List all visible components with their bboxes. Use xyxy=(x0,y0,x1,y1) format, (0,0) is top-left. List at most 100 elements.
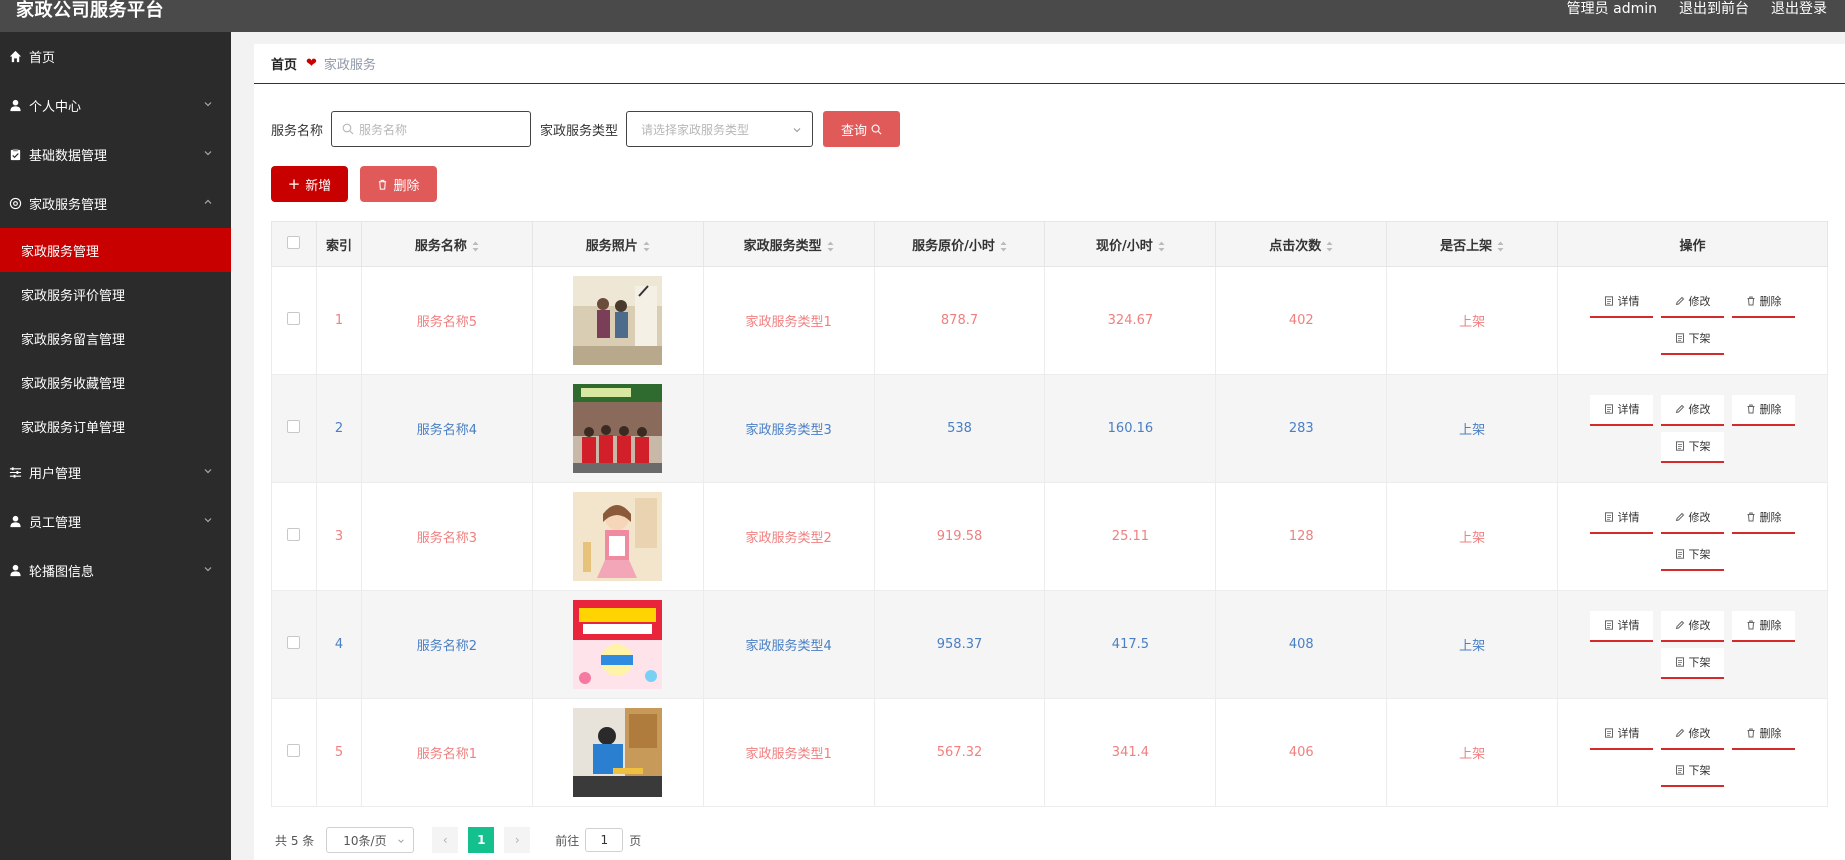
cell-status: 上架 xyxy=(1386,266,1559,375)
service-type-select[interactable]: 请选择家政服务类型 xyxy=(626,111,814,147)
select-all-checkbox[interactable] xyxy=(287,235,301,249)
cell-service-type: 家政服务类型1 xyxy=(702,698,875,807)
column-header-original-price[interactable]: 服务原价/小时 xyxy=(873,221,1046,267)
service-type-placeholder: 请选择家政服务类型 xyxy=(641,122,750,137)
sidebar-subitem-favorite-management[interactable]: 家政服务收藏管理 xyxy=(0,360,231,404)
sort-icon xyxy=(1158,241,1165,251)
batch-delete-button[interactable]: 删除 xyxy=(360,166,437,202)
detail-button[interactable]: 详情 xyxy=(1590,502,1654,534)
edit-button-label: 修改 xyxy=(1688,295,1711,308)
delete-button[interactable]: 删除 xyxy=(1732,502,1796,534)
delete-button-label: 删除 xyxy=(1759,727,1782,740)
back-to-frontend-link[interactable]: 退出到前台 xyxy=(1679,0,1749,18)
row-select-cell xyxy=(271,482,317,591)
detail-button-label: 详情 xyxy=(1617,403,1640,416)
add-button-label: 新增 xyxy=(305,178,332,194)
search-icon xyxy=(342,123,354,135)
row-checkbox[interactable] xyxy=(287,528,301,541)
sidebar-subitem-review-management[interactable]: 家政服务评价管理 xyxy=(0,272,231,316)
sidebar-subitem-service-management[interactable]: 家政服务管理 xyxy=(0,228,231,272)
cell-service-name: 服务名称5 xyxy=(360,266,533,375)
cell-index: 1 xyxy=(315,266,362,375)
detail-button[interactable]: 详情 xyxy=(1590,610,1654,642)
cell-actions: 详情 修改 删除下架 xyxy=(1557,590,1828,699)
edit-button[interactable]: 修改 xyxy=(1661,610,1725,642)
delete-button[interactable]: 删除 xyxy=(1732,718,1796,750)
column-header-label: 家政服务类型 xyxy=(743,238,822,254)
next-page-button[interactable]: › xyxy=(504,827,531,853)
table-row: 2 服务名称4 家政服务类型3 538 160.16 283 上架 详情 修改 删除 下架 xyxy=(271,374,1828,483)
offline-button-label: 下架 xyxy=(1688,440,1711,453)
prev-page-button[interactable]: ‹ xyxy=(432,827,459,853)
edit-button[interactable]: 修改 xyxy=(1661,502,1725,534)
offline-button[interactable]: 下架 xyxy=(1661,539,1725,571)
sidebar-item-carousel-info[interactable]: 轮播图信息 xyxy=(0,546,231,595)
edit-button[interactable]: 修改 xyxy=(1661,286,1725,318)
trash-icon xyxy=(379,179,387,190)
row-checkbox[interactable] xyxy=(287,420,301,433)
column-header-status[interactable]: 是否上架 xyxy=(1386,221,1559,267)
logout-link[interactable]: 退出登录 xyxy=(1771,0,1827,18)
column-header-photo[interactable]: 服务照片 xyxy=(531,221,704,267)
detail-button[interactable]: 详情 xyxy=(1590,286,1654,318)
delete-button-label: 删除 xyxy=(1759,619,1782,632)
sidebar-item-label: 基础数据管理 xyxy=(29,149,108,164)
edit-button[interactable]: 修改 xyxy=(1661,394,1725,426)
cell-service-photo xyxy=(531,590,704,699)
delete-button[interactable]: 删除 xyxy=(1732,610,1796,642)
document-icon xyxy=(1604,620,1613,630)
query-button[interactable]: 查询 xyxy=(823,111,901,147)
service-name-input[interactable]: 服务名称 xyxy=(331,111,532,147)
page-size-select[interactable]: 10条/页 xyxy=(326,827,415,853)
edit-button[interactable]: 修改 xyxy=(1661,718,1725,750)
offline-button-label: 下架 xyxy=(1688,656,1711,669)
detail-button[interactable]: 详情 xyxy=(1590,718,1654,750)
offline-button[interactable]: 下架 xyxy=(1661,323,1725,355)
pagination: 共 5 条 10条/页 ‹ 1 › 前往 1 页 xyxy=(275,827,641,853)
column-header-clicks[interactable]: 点击次数 xyxy=(1215,221,1388,267)
cell-click-count: 406 xyxy=(1215,698,1388,807)
sidebar-subitem-message-management[interactable]: 家政服务留言管理 xyxy=(0,316,231,360)
column-header-name[interactable]: 服务名称 xyxy=(360,221,533,267)
page-number-button[interactable]: 1 xyxy=(468,827,495,853)
detail-button[interactable]: 详情 xyxy=(1590,394,1654,426)
offline-button[interactable]: 下架 xyxy=(1661,755,1725,787)
table-row: 5 服务名称1 家政服务类型1 567.32 341.4 406 上架 详情 修改 删除 下架 xyxy=(271,698,1828,807)
cell-service-photo xyxy=(531,698,704,807)
row-checkbox[interactable] xyxy=(287,636,301,649)
trash-icon xyxy=(1747,512,1755,522)
cell-click-count: 128 xyxy=(1215,482,1388,591)
cleaning-team-photo xyxy=(573,276,663,365)
sidebar-item-basic-data[interactable]: 基础数据管理 xyxy=(0,130,231,179)
column-header-type[interactable]: 家政服务类型 xyxy=(702,221,875,267)
pencil-icon xyxy=(1675,512,1684,522)
column-header-label: 服务照片 xyxy=(585,238,638,254)
offline-button[interactable]: 下架 xyxy=(1661,647,1725,679)
sidebar-item-home[interactable]: 首页 xyxy=(0,32,231,81)
sidebar-item-user-management[interactable]: 用户管理 xyxy=(0,448,231,497)
sort-icon xyxy=(1497,241,1504,251)
column-header-index: 索引 xyxy=(315,221,362,267)
column-header-price[interactable]: 现价/小时 xyxy=(1044,221,1217,267)
sidebar-item-personal-center[interactable]: 个人中心 xyxy=(0,81,231,130)
delete-button[interactable]: 删除 xyxy=(1732,286,1796,318)
goto-page-input[interactable]: 1 xyxy=(585,828,624,852)
offline-button[interactable]: 下架 xyxy=(1661,431,1725,463)
chevron-down-icon xyxy=(793,128,801,133)
staff-group-photo xyxy=(573,384,663,473)
document-icon xyxy=(1675,441,1684,451)
breadcrumb-home[interactable]: 首页 xyxy=(271,54,297,73)
cell-click-count: 283 xyxy=(1215,374,1388,483)
add-button[interactable]: + 新增 xyxy=(271,166,348,202)
row-checkbox[interactable] xyxy=(287,744,301,757)
sidebar-item-housekeeping-service[interactable]: 家政服务管理 xyxy=(0,179,231,228)
sidebar-item-staff-management[interactable]: 员工管理 xyxy=(0,497,231,546)
sidebar-subitem-order-management[interactable]: 家政服务订单管理 xyxy=(0,404,231,448)
sliders-icon xyxy=(8,466,22,480)
cell-current-price: 324.67 xyxy=(1044,266,1217,375)
row-checkbox[interactable] xyxy=(287,312,301,325)
content-panel: 首页 ❤ 家政服务 服务名称 服务名称 家政服务类型 请选择家政服务类型 查询 … xyxy=(254,44,1845,860)
cell-index: 3 xyxy=(315,482,362,591)
row-select-cell xyxy=(271,266,317,375)
delete-button[interactable]: 删除 xyxy=(1732,394,1796,426)
